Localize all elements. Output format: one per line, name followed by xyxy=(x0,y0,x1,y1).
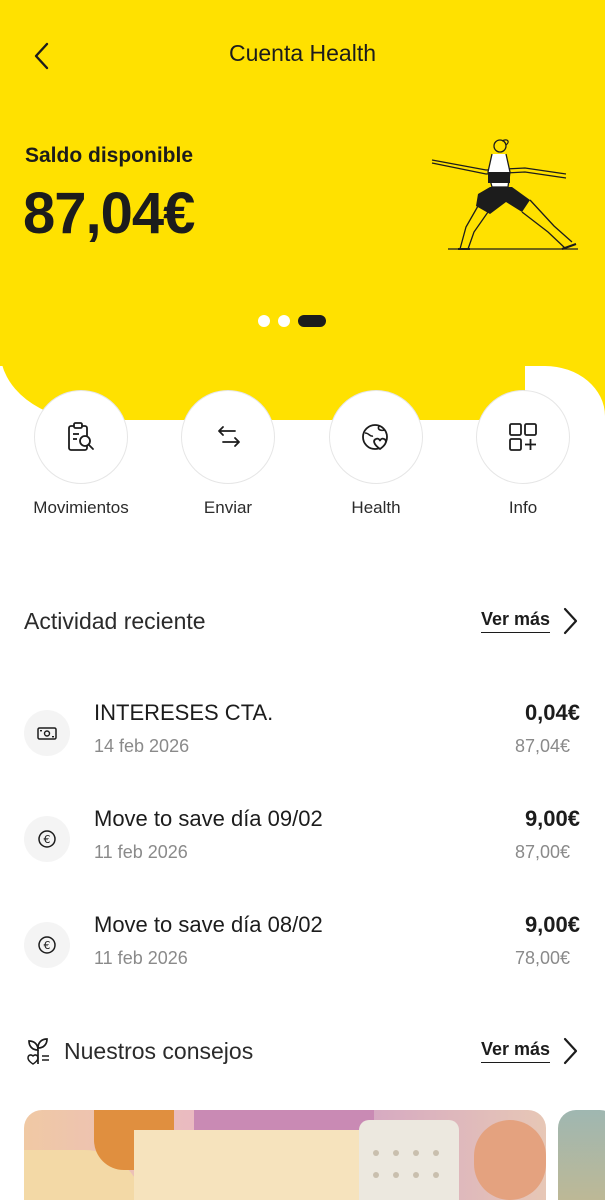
action-circle[interactable] xyxy=(329,390,423,484)
transaction-amount: 9,00€ xyxy=(524,806,580,831)
transaction-date: 14 feb 2026 xyxy=(94,736,190,756)
card-art xyxy=(359,1120,459,1200)
transaction-name: Move to save día 09/02 xyxy=(94,806,323,831)
action-label: Enviar xyxy=(203,498,253,517)
svg-text:€: € xyxy=(44,939,51,952)
chevron-right-icon xyxy=(563,1037,578,1065)
tips-carousel xyxy=(24,1110,605,1200)
carousel-indicator xyxy=(258,315,326,327)
top-bar: Cuenta Health xyxy=(0,0,605,110)
tips-header: Nuestros consejos Ver más xyxy=(24,1036,580,1066)
transaction-amount: 0,04€ xyxy=(524,700,580,725)
page-title: Cuenta Health xyxy=(228,40,377,66)
action-circle[interactable] xyxy=(181,390,275,484)
transaction-row[interactable]: INTERESES CTA. 14 feb 2026 0,04€ 87,04€ xyxy=(24,700,580,770)
recent-activity-header: Actividad reciente Ver más xyxy=(24,606,580,636)
transaction-date: 11 feb 2026 xyxy=(94,948,188,968)
action-label: Health xyxy=(351,498,401,517)
recent-see-more-button[interactable]: Ver más xyxy=(480,606,580,636)
action-health[interactable]: Health xyxy=(311,390,441,518)
action-circle[interactable] xyxy=(476,390,570,484)
transaction-balance: 87,00€ xyxy=(514,842,570,862)
plant-heart-icon xyxy=(27,1038,49,1065)
action-circle[interactable] xyxy=(34,390,128,484)
cash-icon xyxy=(37,727,57,740)
tip-card[interactable] xyxy=(558,1110,605,1200)
quick-actions: Movimientos Enviar Health Info xyxy=(0,390,605,530)
euro-icon: € xyxy=(38,936,56,954)
transaction-row[interactable]: € Move to save día 08/02 11 feb 2026 9,0… xyxy=(24,912,580,982)
carousel-dot-active[interactable] xyxy=(298,315,326,327)
see-more-label[interactable]: Ver más xyxy=(480,1039,550,1063)
yoga-woman-illustration xyxy=(431,139,578,250)
euro-icon: € xyxy=(38,830,56,848)
heart-globe-icon xyxy=(362,424,388,450)
transaction-date: 11 feb 2026 xyxy=(94,842,188,862)
see-more-label[interactable]: Ver más xyxy=(480,609,550,633)
transaction-amount: 9,00€ xyxy=(524,912,580,937)
balance-value: 87,04€ xyxy=(23,181,195,246)
carousel-dot[interactable] xyxy=(278,315,290,327)
grid-plus-icon xyxy=(509,423,537,451)
transaction-name: Move to save día 08/02 xyxy=(94,912,323,937)
transaction-icon: € xyxy=(24,922,70,968)
transaction-icon xyxy=(24,710,70,756)
transaction-row[interactable]: € Move to save día 09/02 11 feb 2026 9,0… xyxy=(24,806,580,876)
transaction-icon: € xyxy=(24,816,70,862)
carousel-dot[interactable] xyxy=(258,315,270,327)
transfer-arrows-icon xyxy=(218,426,240,447)
transaction-balance: 78,00€ xyxy=(514,948,570,968)
balance-label: Saldo disponible xyxy=(25,144,194,167)
card-art xyxy=(134,1130,364,1200)
tip-card[interactable] xyxy=(24,1110,546,1200)
transaction-name: INTERESES CTA. xyxy=(94,700,274,725)
action-enviar[interactable]: Enviar xyxy=(163,390,293,518)
section-title: Nuestros consejos xyxy=(64,1037,254,1064)
action-movimientos[interactable]: Movimientos xyxy=(16,390,146,518)
action-label: Info xyxy=(508,498,538,517)
action-label: Movimientos xyxy=(33,498,129,517)
svg-text:€: € xyxy=(44,833,51,846)
clipboard-search-icon xyxy=(68,422,94,451)
card-art xyxy=(474,1120,546,1200)
section-title: Actividad reciente xyxy=(24,607,206,634)
transaction-balance: 87,04€ xyxy=(514,736,570,756)
tips-title-group: Nuestros consejos xyxy=(24,1036,253,1066)
chevron-right-icon xyxy=(563,607,578,635)
action-info[interactable]: Info xyxy=(458,390,588,518)
tips-see-more-button[interactable]: Ver más xyxy=(480,1036,580,1066)
